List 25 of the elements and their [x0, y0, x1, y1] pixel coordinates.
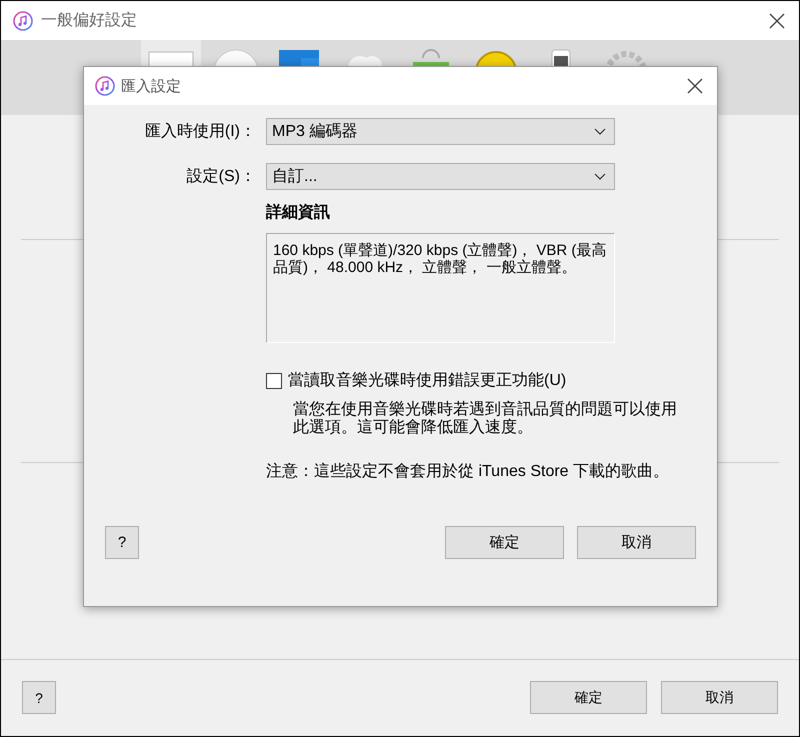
help-button[interactable]: ? [22, 681, 56, 714]
checkbox[interactable] [266, 372, 282, 388]
music-note-icon [13, 10, 33, 30]
dialog-title: 匯入設定 [121, 76, 182, 96]
window-title: 一般偏好設定 [41, 10, 138, 31]
panel-icon[interactable] [141, 40, 201, 66]
ok-button[interactable]: 確定 [445, 526, 564, 559]
close-icon[interactable] [687, 78, 703, 94]
section-heading: 詳細資訊 [266, 202, 331, 223]
music-note-icon [95, 76, 115, 96]
ok-button[interactable]: 確定 [530, 681, 647, 714]
chevron-down-icon [594, 172, 606, 180]
field-label: 設定(S)： [186, 166, 256, 187]
chevron-down-icon [594, 128, 606, 136]
details-box: 160 kbps (單聲道)/320 kbps (立體聲)， VBR (最高品質)， 48.000 kHz， 立體聲， 一般立體聲。 [266, 233, 615, 343]
help-button[interactable]: ? [105, 526, 139, 559]
cancel-button[interactable]: 取消 [577, 526, 696, 559]
note-text: 注意：這些設定不會套用於從 iTunes Store 下載的歌曲。 [266, 462, 670, 482]
checkbox-label[interactable]: 當讀取音樂光碟時使用錯誤更正功能(U) [288, 370, 566, 391]
dropdown[interactable]: 自訂... [266, 163, 615, 190]
close-icon[interactable] [769, 12, 785, 28]
help-text: 當您在使用音樂光碟時若遇到音訊品質的問題可以使用此選項。這可能會降低匯入速度。 [293, 401, 678, 437]
dropdown[interactable]: MP3 編碼器 [266, 118, 615, 145]
field-label: 匯入時使用(I)： [144, 122, 256, 142]
cancel-button[interactable]: 取消 [661, 681, 778, 714]
